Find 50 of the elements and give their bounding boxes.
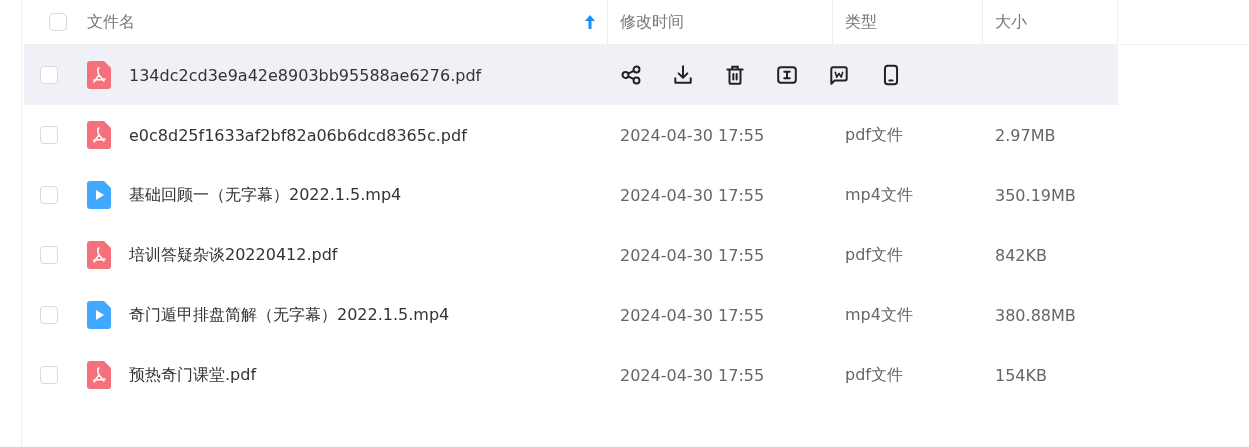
column-header[interactable]: 大小 [995,11,1027,33]
sort-arrow-icon[interactable] [585,15,595,29]
row-checkbox[interactable] [40,66,58,84]
row-checkbox[interactable] [40,186,58,204]
modified-time: 2024-04-30 17:55 [620,365,765,385]
file-type: pdf文件 [845,364,903,386]
pdf-file-icon [87,361,111,389]
file-type: mp4文件 [845,304,913,326]
file-size: 2.97MB [995,125,1056,145]
file-row[interactable]: 134dc2cd3e9a42e8903bb95588ae6276.pdf [24,45,1118,105]
video-file-icon [87,181,111,209]
video-file-icon [87,301,111,329]
trash-icon[interactable] [724,64,746,86]
file-name[interactable]: 预热奇门课堂.pdf [129,364,257,386]
file-size: 380.88MB [995,305,1076,325]
text-box-icon[interactable] [776,64,798,86]
file-name[interactable]: 134dc2cd3e9a42e8903bb95588ae6276.pdf [129,65,482,85]
modified-time: 2024-04-30 17:55 [620,125,765,145]
row-checkbox[interactable] [40,246,58,264]
file-name[interactable]: 奇门遁甲排盘简解（无字幕）2022.1.5.mp4 [129,304,450,326]
pdf-file-icon [87,241,111,269]
file-size: 842KB [995,245,1047,265]
file-name[interactable]: 基础回顾一（无字幕）2022.1.5.mp4 [129,184,402,206]
file-size: 350.19MB [995,185,1076,205]
column-header[interactable]: 类型 [845,11,877,33]
row-checkbox[interactable] [40,126,58,144]
modified-time: 2024-04-30 17:55 [620,185,765,205]
file-type: pdf文件 [845,244,903,266]
file-row[interactable]: 预热奇门课堂.pdf 2024-04-30 17:55 pdf文件 154KB [24,345,1118,405]
row-checkbox[interactable] [40,306,58,324]
file-type: mp4文件 [845,184,913,206]
file-row[interactable]: 培训答疑杂谈20220412.pdf 2024-04-30 17:55 pdf文件 842KB [24,225,1118,285]
file-row[interactable]: 基础回顾一（无字幕）2022.1.5.mp4 2024-04-30 17:55 mp4文件 350.19MB [24,165,1118,225]
modified-time: 2024-04-30 17:55 [620,305,765,325]
file-size: 154KB [995,365,1047,385]
column-header[interactable]: 文件名 [87,11,135,33]
pdf-file-icon [87,121,111,149]
column-header[interactable]: 修改时间 [620,11,684,33]
file-name[interactable]: e0c8d25f1633af2bf82a06b6dcd8365c.pdf [129,125,467,145]
download-icon[interactable] [672,64,694,86]
select-all-checkbox[interactable] [49,13,67,31]
word-document-icon[interactable] [828,64,850,86]
share-icon[interactable] [620,64,642,86]
modified-time: 2024-04-30 17:55 [620,245,765,265]
file-name[interactable]: 培训答疑杂谈20220412.pdf [129,244,338,266]
file-row[interactable]: 奇门遁甲排盘简解（无字幕）2022.1.5.mp4 2024-04-30 17:55 mp4文件 380.88MB [24,285,1118,345]
file-type: pdf文件 [845,124,903,146]
file-row[interactable]: e0c8d25f1633af2bf82a06b6dcd8365c.pdf 2024-04-30 17:55 pdf文件 2.97MB [24,105,1118,165]
row-checkbox[interactable] [40,366,58,384]
pdf-file-icon [87,61,111,89]
